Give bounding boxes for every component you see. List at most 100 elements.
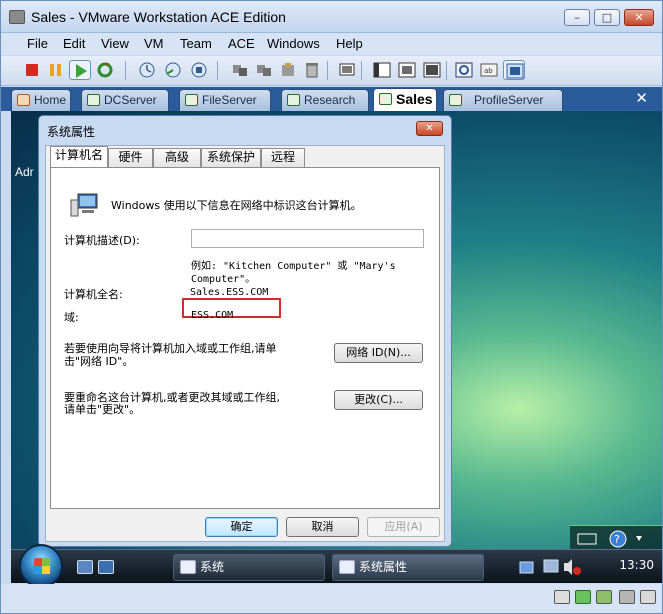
- team-icon[interactable]: [229, 60, 251, 80]
- team-settings-icon[interactable]: [253, 60, 275, 80]
- vm-icon: [449, 94, 462, 106]
- close-button[interactable]: ✕: [624, 9, 654, 26]
- menu-windows[interactable]: Windows: [267, 36, 320, 51]
- show-desktop-icon[interactable]: [77, 560, 93, 574]
- menu-file[interactable]: File: [27, 36, 48, 51]
- tab-label: FileServer: [202, 93, 257, 107]
- sidebar-view-icon[interactable]: [371, 60, 393, 80]
- suspend-icon[interactable]: [45, 60, 67, 80]
- change-button[interactable]: 更改(C)...: [334, 390, 423, 410]
- quick-switch-icon[interactable]: [421, 60, 443, 80]
- toolbar-separator: [361, 61, 362, 80]
- tab-profileserver[interactable]: ProfileServer: [443, 89, 563, 111]
- console-view-icon[interactable]: [503, 60, 525, 80]
- vmware-window: Sales - VMware Workstation ACE Edition –…: [0, 0, 663, 614]
- full-name-value: Sales.ESS.COM: [190, 287, 269, 298]
- tab-research[interactable]: Research: [281, 89, 369, 111]
- computer-name-panel: Windows 使用以下信息在网络中标识这台计算机。 计算机描述(D): 例如:…: [50, 167, 440, 509]
- apply-button[interactable]: 应用(A): [367, 517, 440, 537]
- maximize-button[interactable]: □: [594, 9, 620, 26]
- rename-text-2: 请单击"更改"。: [64, 403, 141, 416]
- home-icon: [17, 94, 30, 106]
- desktop-icon-label[interactable]: Adr: [15, 165, 34, 179]
- menu-help[interactable]: Help: [336, 36, 363, 51]
- computer-icon: [69, 192, 99, 218]
- sidebar-gadget-controls: ?: [570, 525, 662, 551]
- menu-ace[interactable]: ACE: [228, 36, 255, 51]
- tab-label: DCServer: [104, 93, 157, 107]
- snapshot-icon[interactable]: [136, 60, 158, 80]
- status-bar: [1, 584, 662, 613]
- vm-icon: [287, 94, 300, 106]
- trash-icon[interactable]: [301, 60, 323, 80]
- example-text-line2: Computer"。: [191, 274, 256, 285]
- system-tray: 13:30: [514, 554, 660, 581]
- description-label: 计算机描述(D):: [64, 234, 140, 247]
- summary-view-icon[interactable]: [453, 60, 475, 80]
- vm-icon: [87, 94, 100, 106]
- tab-hardware[interactable]: 硬件: [108, 148, 153, 167]
- ok-button[interactable]: 确定: [205, 517, 278, 537]
- network-id-button[interactable]: 网络 ID(N)...: [334, 343, 423, 363]
- domain-label: 域:: [64, 311, 79, 324]
- tab-sales[interactable]: Sales: [373, 88, 437, 111]
- reset-icon[interactable]: [94, 60, 116, 80]
- vm-icon: [185, 94, 198, 106]
- power-off-icon[interactable]: [21, 60, 43, 80]
- tab-remote[interactable]: 远程: [261, 148, 305, 167]
- tab-dcserver[interactable]: DCServer: [81, 89, 169, 111]
- intro-text: Windows 使用以下信息在网络中标识这台计算机。: [111, 199, 362, 212]
- toolbar-separator: [217, 61, 218, 80]
- tab-label: Home: [34, 93, 67, 107]
- toolbar-separator: [327, 61, 328, 80]
- tab-home[interactable]: Home: [11, 89, 71, 111]
- menu-bar: File Edit View VM Team ACE Windows Help: [1, 33, 662, 55]
- close-tab-icon[interactable]: ✕: [635, 89, 648, 107]
- menu-view[interactable]: View: [101, 36, 129, 51]
- appliance-view-icon[interactable]: ab: [478, 60, 500, 80]
- system-properties-icon: [339, 560, 355, 574]
- tab-computer-name[interactable]: 计算机名: [50, 146, 108, 168]
- computer-description-input[interactable]: [191, 229, 424, 248]
- network-icon[interactable]: [575, 590, 591, 604]
- start-button[interactable]: [19, 544, 63, 588]
- system-properties-dialog: 系统属性 ✕ 计算机名 硬件 高级 系统保护 远程 Windows 使用以下信息…: [38, 115, 452, 547]
- dialog-title: 系统属性: [47, 125, 96, 139]
- menu-edit[interactable]: Edit: [63, 36, 85, 51]
- power-on-icon[interactable]: [69, 60, 91, 80]
- vm-tab-strip: Home DCServer FileServer Research Sales …: [1, 87, 662, 111]
- messages-icon[interactable]: [640, 590, 656, 604]
- system-icon: [180, 560, 196, 574]
- dialog-close-button[interactable]: ✕: [416, 121, 443, 136]
- domain-value: ESS.COM: [191, 310, 234, 321]
- tab-label: Research: [304, 93, 356, 107]
- menu-vm[interactable]: VM: [144, 36, 164, 51]
- taskbar-item-system-properties[interactable]: 系统属性: [332, 554, 484, 581]
- toolbar: ab: [1, 56, 662, 86]
- tray-icons: [519, 559, 581, 575]
- svg-text:ab: ab: [484, 67, 493, 75]
- menu-team[interactable]: Team: [180, 36, 212, 51]
- hard-disk-icon[interactable]: [554, 590, 570, 604]
- tab-label: Sales: [396, 91, 433, 107]
- console-icon[interactable]: [336, 60, 358, 80]
- tab-label: ProfileServer: [474, 93, 544, 107]
- full-name-label: 计算机全名:: [64, 288, 123, 301]
- minimize-button[interactable]: –: [564, 9, 590, 26]
- revert-snapshot-icon[interactable]: [162, 60, 184, 80]
- package-icon[interactable]: [277, 60, 299, 80]
- tab-advanced[interactable]: 高级: [153, 148, 201, 167]
- snapshot-manager-icon[interactable]: [188, 60, 210, 80]
- guest-taskbar: 系统 系统属性 13:30: [11, 544, 662, 588]
- switch-windows-icon[interactable]: [98, 560, 114, 574]
- cancel-button[interactable]: 取消: [286, 517, 359, 537]
- fullscreen-icon[interactable]: [396, 60, 418, 80]
- sound-icon[interactable]: [619, 590, 635, 604]
- taskbar-item-system[interactable]: 系统: [173, 554, 325, 581]
- tab-fileserver[interactable]: FileServer: [179, 89, 271, 111]
- tab-system-protection[interactable]: 系统保护: [201, 148, 261, 167]
- usb-icon[interactable]: [596, 590, 612, 604]
- clock[interactable]: 13:30: [619, 558, 654, 572]
- window-title: Sales - VMware Workstation ACE Edition: [31, 9, 286, 25]
- title-bar: Sales - VMware Workstation ACE Edition –…: [1, 1, 662, 33]
